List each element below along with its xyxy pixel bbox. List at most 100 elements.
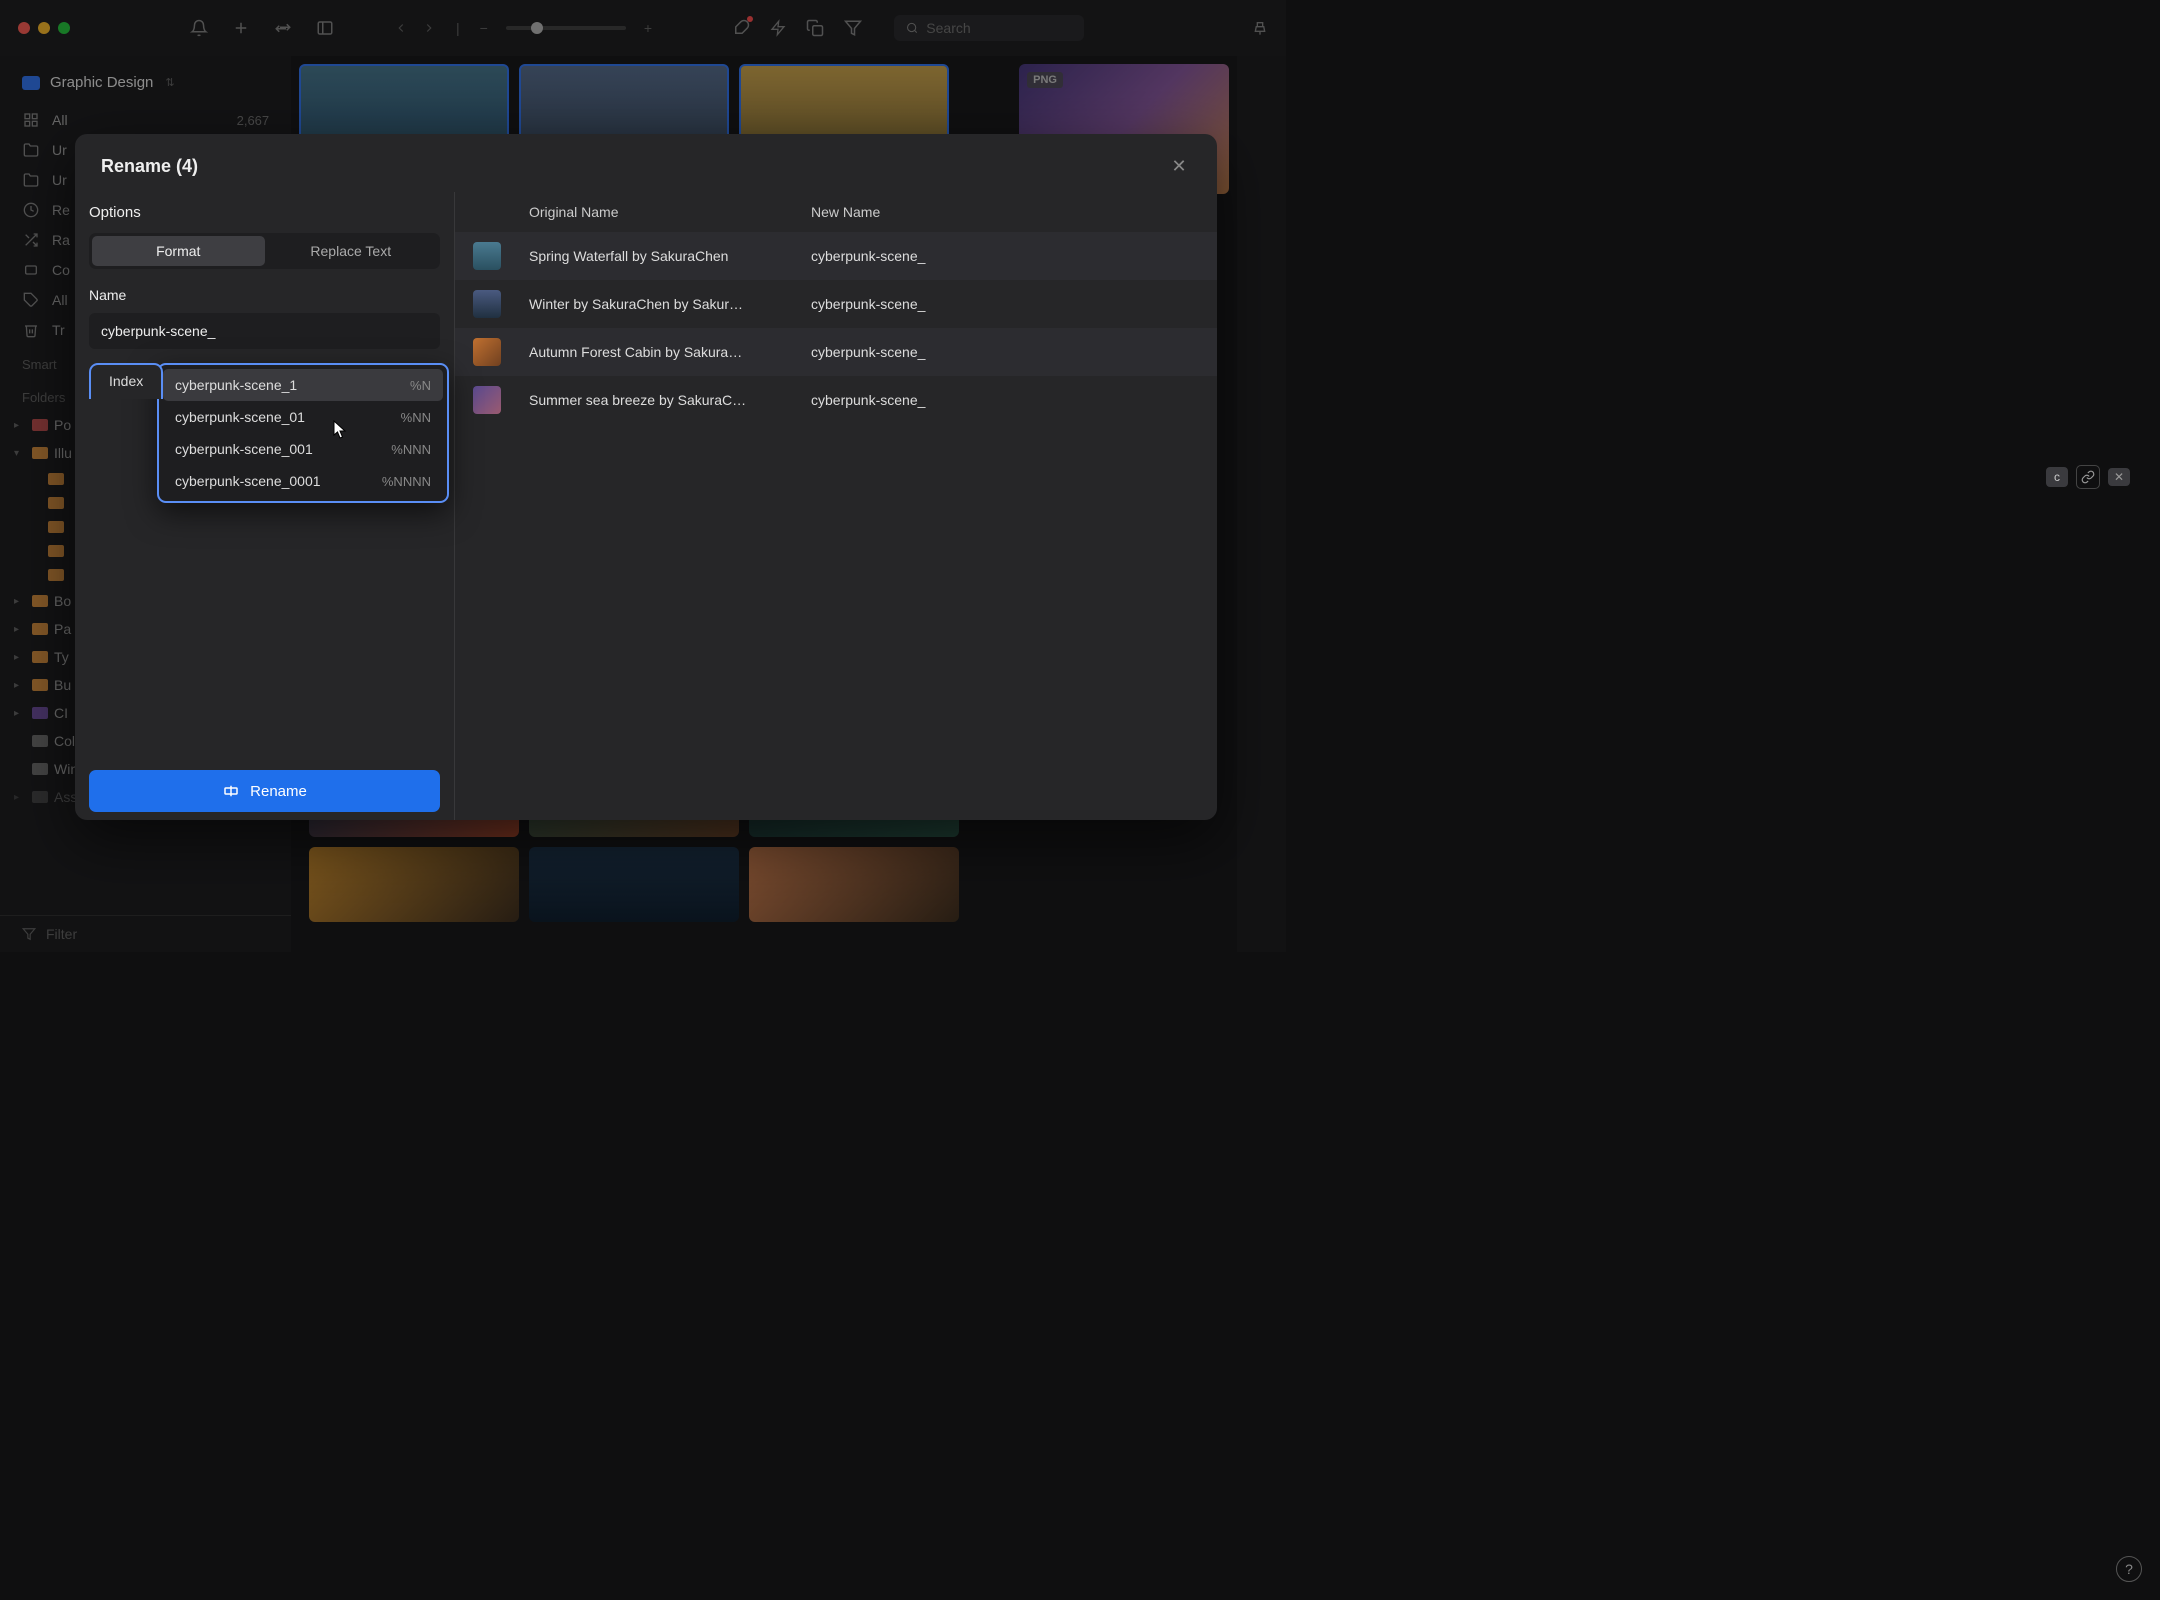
close-badge-icon[interactable]: ✕ <box>2108 468 2130 486</box>
thumbnail[interactable] <box>529 847 739 922</box>
dropdown-item[interactable]: cyberpunk-scene_01 %NN <box>163 401 443 433</box>
row-new-name: cyberpunk-scene_ <box>811 296 1199 312</box>
options-label: Options <box>89 204 440 221</box>
rename-button-label: Rename <box>250 783 307 800</box>
trash-icon <box>22 322 40 338</box>
help-button[interactable]: ? <box>2116 1556 2142 1582</box>
search-icon <box>906 21 918 35</box>
shuffle-icon <box>22 232 40 248</box>
dropdown-item-token: %NNN <box>391 442 431 457</box>
row-thumb <box>473 338 501 366</box>
sidebar-item-label: All <box>52 112 68 128</box>
zoom-out-icon[interactable]: − <box>480 20 488 36</box>
dropdown-item[interactable]: cyberpunk-scene_001 %NNN <box>163 433 443 465</box>
zoom-in-icon[interactable]: + <box>644 20 652 36</box>
titlebar-center: | − + <box>394 20 652 36</box>
rename-button[interactable]: Rename <box>89 770 440 812</box>
folder-label: Ty <box>54 649 69 665</box>
folder-label: Po <box>54 417 71 433</box>
transfer-icon[interactable] <box>274 19 292 37</box>
sidebar-item-label: All <box>52 292 68 308</box>
row-original-name: Winter by SakuraChen by Sakur… <box>529 296 811 312</box>
library-icon <box>22 76 40 90</box>
maximize-window-button[interactable] <box>58 22 70 34</box>
layers-icon <box>22 262 40 278</box>
disclosure-icon[interactable]: ▸ <box>14 596 26 607</box>
name-input[interactable] <box>89 313 440 349</box>
dropdown-item-token: %NNNN <box>382 474 431 489</box>
link-icon[interactable] <box>2076 465 2100 489</box>
notifications-icon[interactable] <box>190 19 208 37</box>
folder-icon <box>32 791 48 803</box>
tab-replace-text[interactable]: Replace Text <box>265 236 438 266</box>
folder-icon <box>48 473 64 485</box>
duplicate-icon[interactable] <box>806 19 824 37</box>
library-name: Graphic Design <box>50 74 153 91</box>
disclosure-icon[interactable]: ▸ <box>14 652 26 663</box>
window-controls <box>18 22 70 34</box>
sidebar-toggle-icon[interactable] <box>316 19 334 37</box>
minimize-window-button[interactable] <box>38 22 50 34</box>
folder-label: Bo <box>54 593 71 609</box>
folder-icon <box>32 419 48 431</box>
name-field-label: Name <box>89 287 440 303</box>
row-original-name: Spring Waterfall by SakuraChen <box>529 248 811 264</box>
search-input[interactable] <box>926 20 1072 36</box>
add-icon[interactable] <box>232 19 250 37</box>
folder-icon <box>48 521 64 533</box>
thumbnail[interactable] <box>309 847 519 922</box>
dropdown-item[interactable]: cyberpunk-scene_0001 %NNNN <box>163 465 443 497</box>
zoom-slider[interactable] <box>506 26 626 30</box>
disclosure-icon[interactable]: ▸ <box>14 708 26 719</box>
chevron-updown-icon: ⇅ <box>165 76 174 89</box>
pin-icon[interactable] <box>1252 20 1268 36</box>
tab-format[interactable]: Format <box>92 236 265 266</box>
mode-segmented-control: Format Replace Text <box>89 233 440 269</box>
disclosure-icon[interactable]: ▸ <box>14 792 26 803</box>
grid-icon <box>22 112 40 128</box>
search-box[interactable] <box>894 15 1084 41</box>
nav-forward-icon[interactable] <box>422 21 436 35</box>
index-token-tab[interactable]: Index <box>89 363 163 399</box>
disclosure-icon[interactable]: ▸ <box>14 680 26 691</box>
tag-icon <box>22 292 40 308</box>
sidebar-item-count: 2,667 <box>237 113 270 128</box>
rename-modal: Rename (4) ✕ Options Format Replace Text… <box>75 134 1217 820</box>
inspector-panel <box>1237 56 1286 952</box>
close-window-button[interactable] <box>18 22 30 34</box>
sidebar-filter[interactable]: Filter <box>0 915 291 952</box>
filter-icon <box>22 927 36 941</box>
folder-icon <box>32 651 48 663</box>
index-dropdown: cyberpunk-scene_1 %N cyberpunk-scene_01 … <box>157 363 449 503</box>
rename-icon <box>222 782 240 800</box>
filter-icon[interactable] <box>844 19 862 37</box>
clock-icon <box>22 202 40 218</box>
folder-label: CI <box>54 705 68 721</box>
modal-preview-panel: Original Name New Name Spring Waterfall … <box>455 192 1217 820</box>
folder-icon <box>22 172 40 188</box>
dropdown-item-token: %NN <box>401 410 431 425</box>
close-icon[interactable]: ✕ <box>1167 154 1191 178</box>
sidebar-item-label: Re <box>52 202 70 218</box>
inspector-badge: c <box>2046 467 2068 487</box>
disclosure-icon[interactable]: ▸ <box>14 420 26 431</box>
dropdown-item[interactable]: cyberpunk-scene_1 %N <box>163 369 443 401</box>
sidebar-item-label: Co <box>52 262 70 278</box>
nav-back-icon[interactable] <box>394 21 408 35</box>
folder-icon <box>32 595 48 607</box>
disclosure-icon[interactable]: ▸ <box>14 624 26 635</box>
library-selector[interactable]: Graphic Design ⇅ <box>0 66 291 105</box>
extension-icon[interactable] <box>732 19 750 37</box>
folder-icon <box>32 707 48 719</box>
folder-icon <box>32 679 48 691</box>
flash-icon[interactable] <box>770 19 786 37</box>
sidebar-item-all[interactable]: All 2,667 <box>0 105 291 135</box>
disclosure-icon[interactable]: ▾ <box>14 448 26 459</box>
dropdown-item-token: %N <box>410 378 431 393</box>
row-thumb <box>473 242 501 270</box>
sidebar-item-label: Ur <box>52 172 67 188</box>
row-new-name: cyberpunk-scene_ <box>811 248 1199 264</box>
folder-icon <box>32 735 48 747</box>
titlebar: | − + <box>0 0 1286 56</box>
thumbnail[interactable] <box>749 847 959 922</box>
